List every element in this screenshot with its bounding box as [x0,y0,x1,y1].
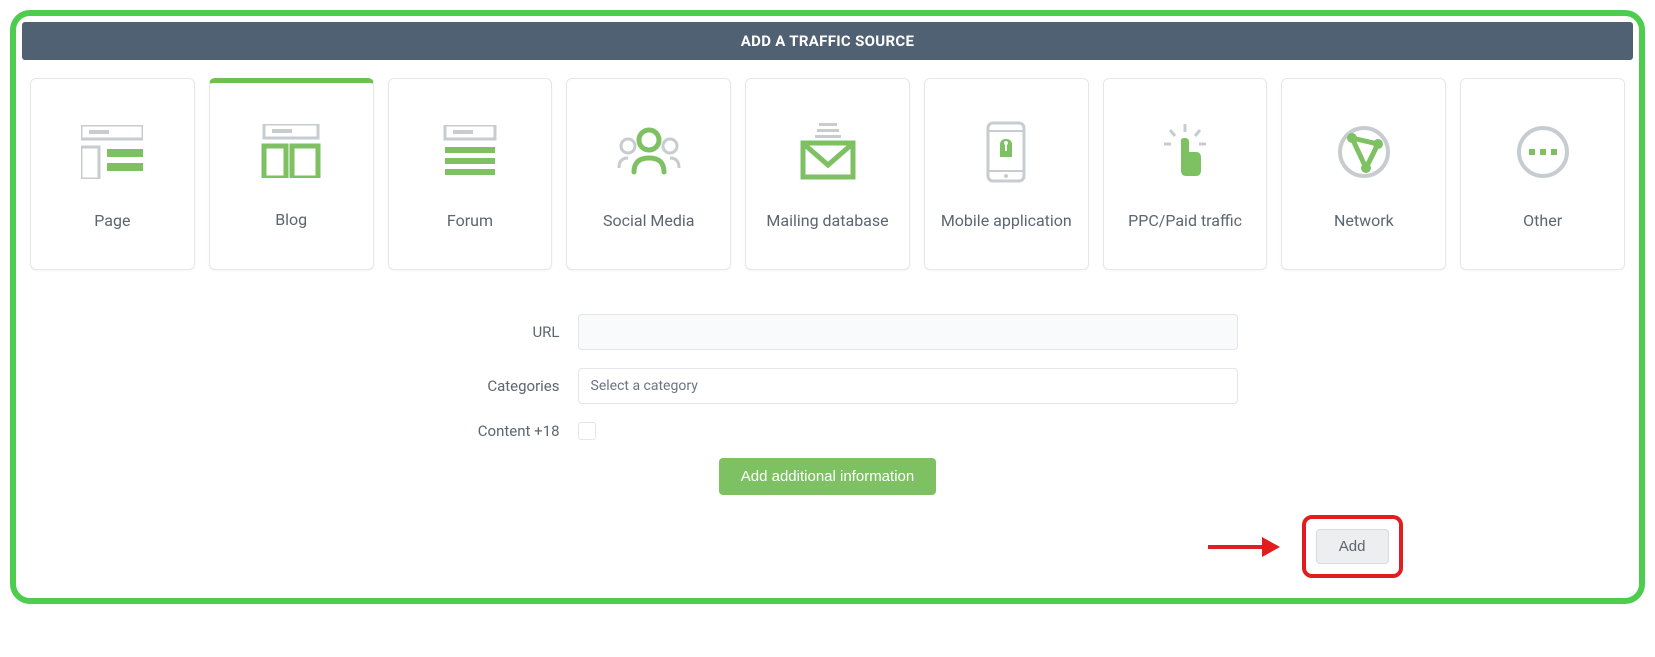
categories-select[interactable]: Select a category [578,368,1238,404]
page-title: ADD A TRAFFIC SOURCE [741,32,914,50]
url-label: URL [418,323,578,341]
card-other-label: Other [1523,211,1562,230]
mobile-icon [984,117,1028,187]
card-social[interactable]: Social Media [566,78,731,270]
form: URL Categories Select a category Content… [418,314,1238,495]
highlight-box: Add [1302,515,1403,578]
page-header: ADD A TRAFFIC SOURCE [22,22,1633,60]
highlight-arrow-icon [1206,535,1284,559]
card-page-label: Page [94,211,130,230]
card-network-label: Network [1334,211,1394,230]
network-icon [1336,117,1392,187]
card-social-label: Social Media [603,211,695,230]
ellipsis-icon [1515,117,1571,187]
content18-label: Content +18 [418,422,578,440]
categories-placeholder: Select a category [591,378,698,394]
card-network[interactable]: Network [1281,78,1446,270]
content18-checkbox[interactable] [578,422,596,440]
card-mobile-label: Mobile application [941,211,1072,230]
card-forum[interactable]: Forum [388,78,553,270]
card-page[interactable]: Page [30,78,195,270]
app-frame: ADD A TRAFFIC SOURCE Page [10,10,1645,604]
card-blog[interactable]: Blog [209,78,374,270]
forum-icon [439,117,501,187]
envelope-icon [797,117,859,187]
source-type-cards: Page Blog [22,60,1633,284]
card-ppc[interactable]: PPC/Paid traffic [1103,78,1268,270]
card-ppc-label: PPC/Paid traffic [1128,211,1242,230]
page-icon [81,117,143,187]
card-other[interactable]: Other [1460,78,1625,270]
add-button[interactable]: Add [1316,529,1389,564]
card-blog-label: Blog [275,210,307,229]
card-mailing[interactable]: Mailing database [745,78,910,270]
blog-icon [260,116,322,186]
social-icon [616,117,682,187]
card-mobile[interactable]: Mobile application [924,78,1089,270]
url-input[interactable] [578,314,1238,350]
card-forum-label: Forum [447,211,493,230]
card-mailing-label: Mailing database [766,211,888,230]
bottom-row: Add [253,515,1403,578]
add-additional-button[interactable]: Add additional information [719,458,936,495]
click-icon [1156,117,1214,187]
categories-label: Categories [418,377,578,395]
